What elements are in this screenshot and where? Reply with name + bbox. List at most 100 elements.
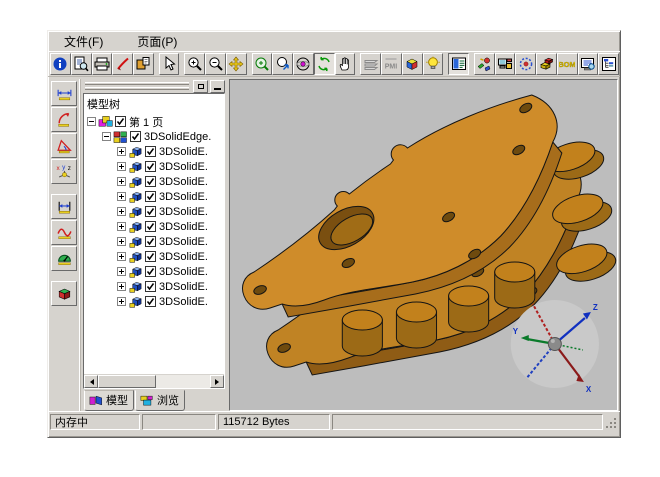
tree-row[interactable]: 3DSolidE. xyxy=(84,249,224,264)
toolbar-orbit-button[interactable] xyxy=(293,53,314,75)
scroll-left-button[interactable] xyxy=(84,375,98,388)
svg-text:z: z xyxy=(67,165,70,172)
tree-row[interactable]: 3DSolidE. xyxy=(84,294,224,309)
visibility-checkbox[interactable] xyxy=(145,206,156,217)
visibility-checkbox[interactable] xyxy=(145,146,156,157)
tool-dim-horizontal-button[interactable] xyxy=(51,81,77,106)
toolbar-zoom-dynamic-button[interactable] xyxy=(252,53,273,75)
collapse-node-icon[interactable] xyxy=(87,117,96,126)
tool-dim-distance-button[interactable] xyxy=(51,194,77,219)
tree-node-label: 第 1 页 xyxy=(129,114,163,130)
panel-float-button[interactable] xyxy=(193,80,208,93)
panel-collapse-button[interactable] xyxy=(210,80,225,93)
tree-row[interactable]: 3DSolidE. xyxy=(84,219,224,234)
visibility-checkbox[interactable] xyxy=(145,296,156,307)
tool-coord-xyz-button[interactable]: xyz xyxy=(51,159,77,184)
visibility-checkbox[interactable] xyxy=(145,221,156,232)
toolbar-pmi-button[interactable]: PMI xyxy=(381,53,402,75)
toolbar-print-preview-button[interactable] xyxy=(71,53,92,75)
toolbar-bom-button[interactable]: BOM xyxy=(557,53,578,75)
toolbar-rotate-button[interactable] xyxy=(314,53,335,75)
coord-xyz-icon: xyz xyxy=(56,163,73,180)
toolbar-pan-button[interactable] xyxy=(226,53,247,75)
bom-icon: BOM xyxy=(559,56,575,72)
expand-node-icon[interactable] xyxy=(117,237,126,246)
tool-gauge-button[interactable] xyxy=(51,246,77,271)
3d-viewport[interactable]: Z X Y xyxy=(229,79,618,411)
resize-grip[interactable] xyxy=(605,414,618,430)
info-icon xyxy=(52,56,68,72)
tool-dim-radius-button[interactable] xyxy=(51,107,77,132)
expand-node-icon[interactable] xyxy=(117,162,126,171)
expand-node-icon[interactable] xyxy=(117,207,126,216)
tree-row[interactable]: 3DSolidE. xyxy=(84,264,224,279)
visibility-checkbox[interactable] xyxy=(145,266,156,277)
expand-node-icon[interactable] xyxy=(117,267,126,276)
visibility-checkbox[interactable] xyxy=(115,116,126,127)
tool-solid-box-button[interactable] xyxy=(51,281,77,306)
tree-row[interactable]: 第 1 页 xyxy=(84,114,224,129)
expand-node-icon[interactable] xyxy=(117,192,126,201)
tree-row[interactable]: 3DSolidE. xyxy=(84,234,224,249)
toolbar-view-cube-button[interactable] xyxy=(402,53,423,75)
toolbar-print-button[interactable] xyxy=(92,53,113,75)
toolbar-zoom-pointer-button[interactable] xyxy=(272,53,293,75)
toolbar-machine-button[interactable] xyxy=(495,53,516,75)
tree-node-label: 3DSolidE. xyxy=(159,221,208,233)
expand-node-icon[interactable] xyxy=(117,147,126,156)
toolbar-select-button[interactable] xyxy=(159,53,180,75)
toolbar-layers-button[interactable] xyxy=(360,53,381,75)
tab-model[interactable]: 模型 xyxy=(84,390,134,411)
expand-node-icon[interactable] xyxy=(117,177,126,186)
tool-dim-angle-button[interactable] xyxy=(51,133,77,158)
toolbar-hand-button[interactable] xyxy=(335,53,356,75)
expand-node-icon[interactable] xyxy=(117,297,126,306)
tool-dim-curve-button[interactable] xyxy=(51,220,77,245)
expand-node-icon[interactable] xyxy=(117,222,126,231)
tab-browse[interactable]: 浏览 xyxy=(135,390,185,411)
scroll-thumb[interactable] xyxy=(98,375,156,388)
print-preview-icon xyxy=(73,56,89,72)
part-icon xyxy=(128,295,143,309)
toolbar-report-button[interactable] xyxy=(578,53,599,75)
tree-row[interactable]: 3DSolidE. xyxy=(84,159,224,174)
tree-row[interactable]: 3DSolidE. xyxy=(84,174,224,189)
toolbar-light-button[interactable] xyxy=(423,53,444,75)
menu-page[interactable]: 页面(P) xyxy=(133,32,181,51)
visibility-checkbox[interactable] xyxy=(130,131,141,142)
visibility-checkbox[interactable] xyxy=(145,161,156,172)
expand-node-icon[interactable] xyxy=(117,282,126,291)
tree-horizontal-scrollbar[interactable] xyxy=(84,374,224,388)
scroll-track[interactable] xyxy=(156,375,210,388)
toolbar-info-button[interactable] xyxy=(50,53,71,75)
panel-drag-grip[interactable] xyxy=(83,82,191,90)
tree-row[interactable]: 3DSolidE. xyxy=(84,144,224,159)
visibility-checkbox[interactable] xyxy=(145,191,156,202)
status-field-2 xyxy=(142,414,216,430)
collapse-node-icon[interactable] xyxy=(102,132,111,141)
menu-file[interactable]: 文件(F) xyxy=(60,32,107,51)
layers-icon xyxy=(363,56,379,72)
machine-icon xyxy=(497,56,513,72)
toolbar-redline-button[interactable] xyxy=(112,53,133,75)
toolbar-export-button[interactable] xyxy=(133,53,154,75)
tree-row[interactable]: 3DSolidEdge. xyxy=(84,129,224,144)
toolbar-zoom-in-button[interactable] xyxy=(184,53,205,75)
toolbar-panel-toggle-button[interactable] xyxy=(448,53,469,75)
visibility-checkbox[interactable] xyxy=(145,176,156,187)
toolbar-assembly-parts-button[interactable] xyxy=(474,53,495,75)
tree-row[interactable]: 3DSolidE. xyxy=(84,279,224,294)
scroll-right-button[interactable] xyxy=(210,375,224,388)
visibility-checkbox[interactable] xyxy=(145,236,156,247)
model-tree-box: 模型树 第 1 页3DSolidEdge.3DSolidE.3DSolidE.3… xyxy=(83,93,225,389)
visibility-checkbox[interactable] xyxy=(145,251,156,262)
toolbar-sync-button[interactable] xyxy=(515,53,536,75)
tree-row[interactable]: 3DSolidE. xyxy=(84,204,224,219)
visibility-checkbox[interactable] xyxy=(145,281,156,292)
toolbar-tree-view-button[interactable] xyxy=(598,53,619,75)
toolbar-zoom-out-button[interactable] xyxy=(205,53,226,75)
3d-canvas[interactable]: Z X Y xyxy=(230,80,617,410)
tree-row[interactable]: 3DSolidE. xyxy=(84,189,224,204)
expand-node-icon[interactable] xyxy=(117,252,126,261)
toolbar-solids-button[interactable] xyxy=(536,53,557,75)
